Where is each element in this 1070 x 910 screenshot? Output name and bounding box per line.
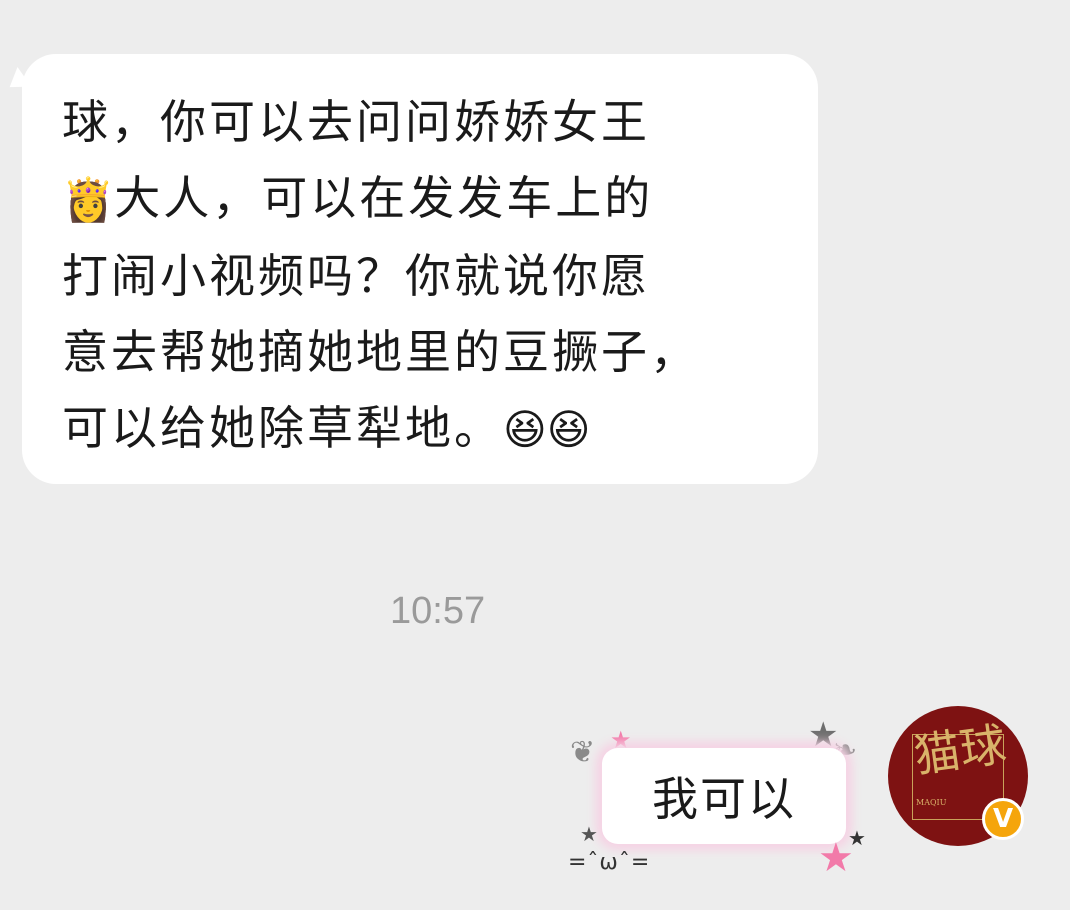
outgoing-message-container: ❦ ★ ★ ❧ 我可以 ★ =ˆωˆ= ★ ★ (560, 718, 880, 898)
message-timestamp: 10:57 (390, 590, 486, 632)
dark-star-icon: ★ (848, 826, 866, 850)
outgoing-message-bubble[interactable]: 我可以 (602, 748, 846, 844)
cat-face-decoration: =ˆωˆ= (568, 850, 651, 875)
incoming-message-bubble[interactable]: 球，你可以去问问娇娇女王 👸大人，可以在发发车上的 打闹小视频吗？你就说你愿 意… (22, 54, 818, 484)
message-line-5: 可以给她除草犁地。😆😆 (62, 390, 778, 468)
message-line-1: 球，你可以去问问娇娇女王 (62, 95, 650, 149)
message-line-5-text: 可以给她除草犁地。 (62, 401, 503, 455)
message-line-2: 👸大人，可以在发发车上的 (62, 160, 778, 238)
message-line-2-text: 大人，可以在发发车上的 (114, 171, 654, 225)
verified-badge-icon: V (982, 798, 1024, 840)
message-line-4: 意去帮她摘她地里的豆撅子， (62, 325, 699, 379)
wing-left-icon: ❦ (570, 735, 596, 770)
small-star-icon: ★ (580, 822, 598, 846)
message-line-3: 打闹小视频吗？你就说你愿 (62, 249, 650, 303)
laughing-emoji-icon: 😆😆 (503, 405, 591, 454)
avatar-small-text: MAQIU (916, 798, 947, 807)
queen-emoji-icon: 👸 (62, 175, 115, 224)
